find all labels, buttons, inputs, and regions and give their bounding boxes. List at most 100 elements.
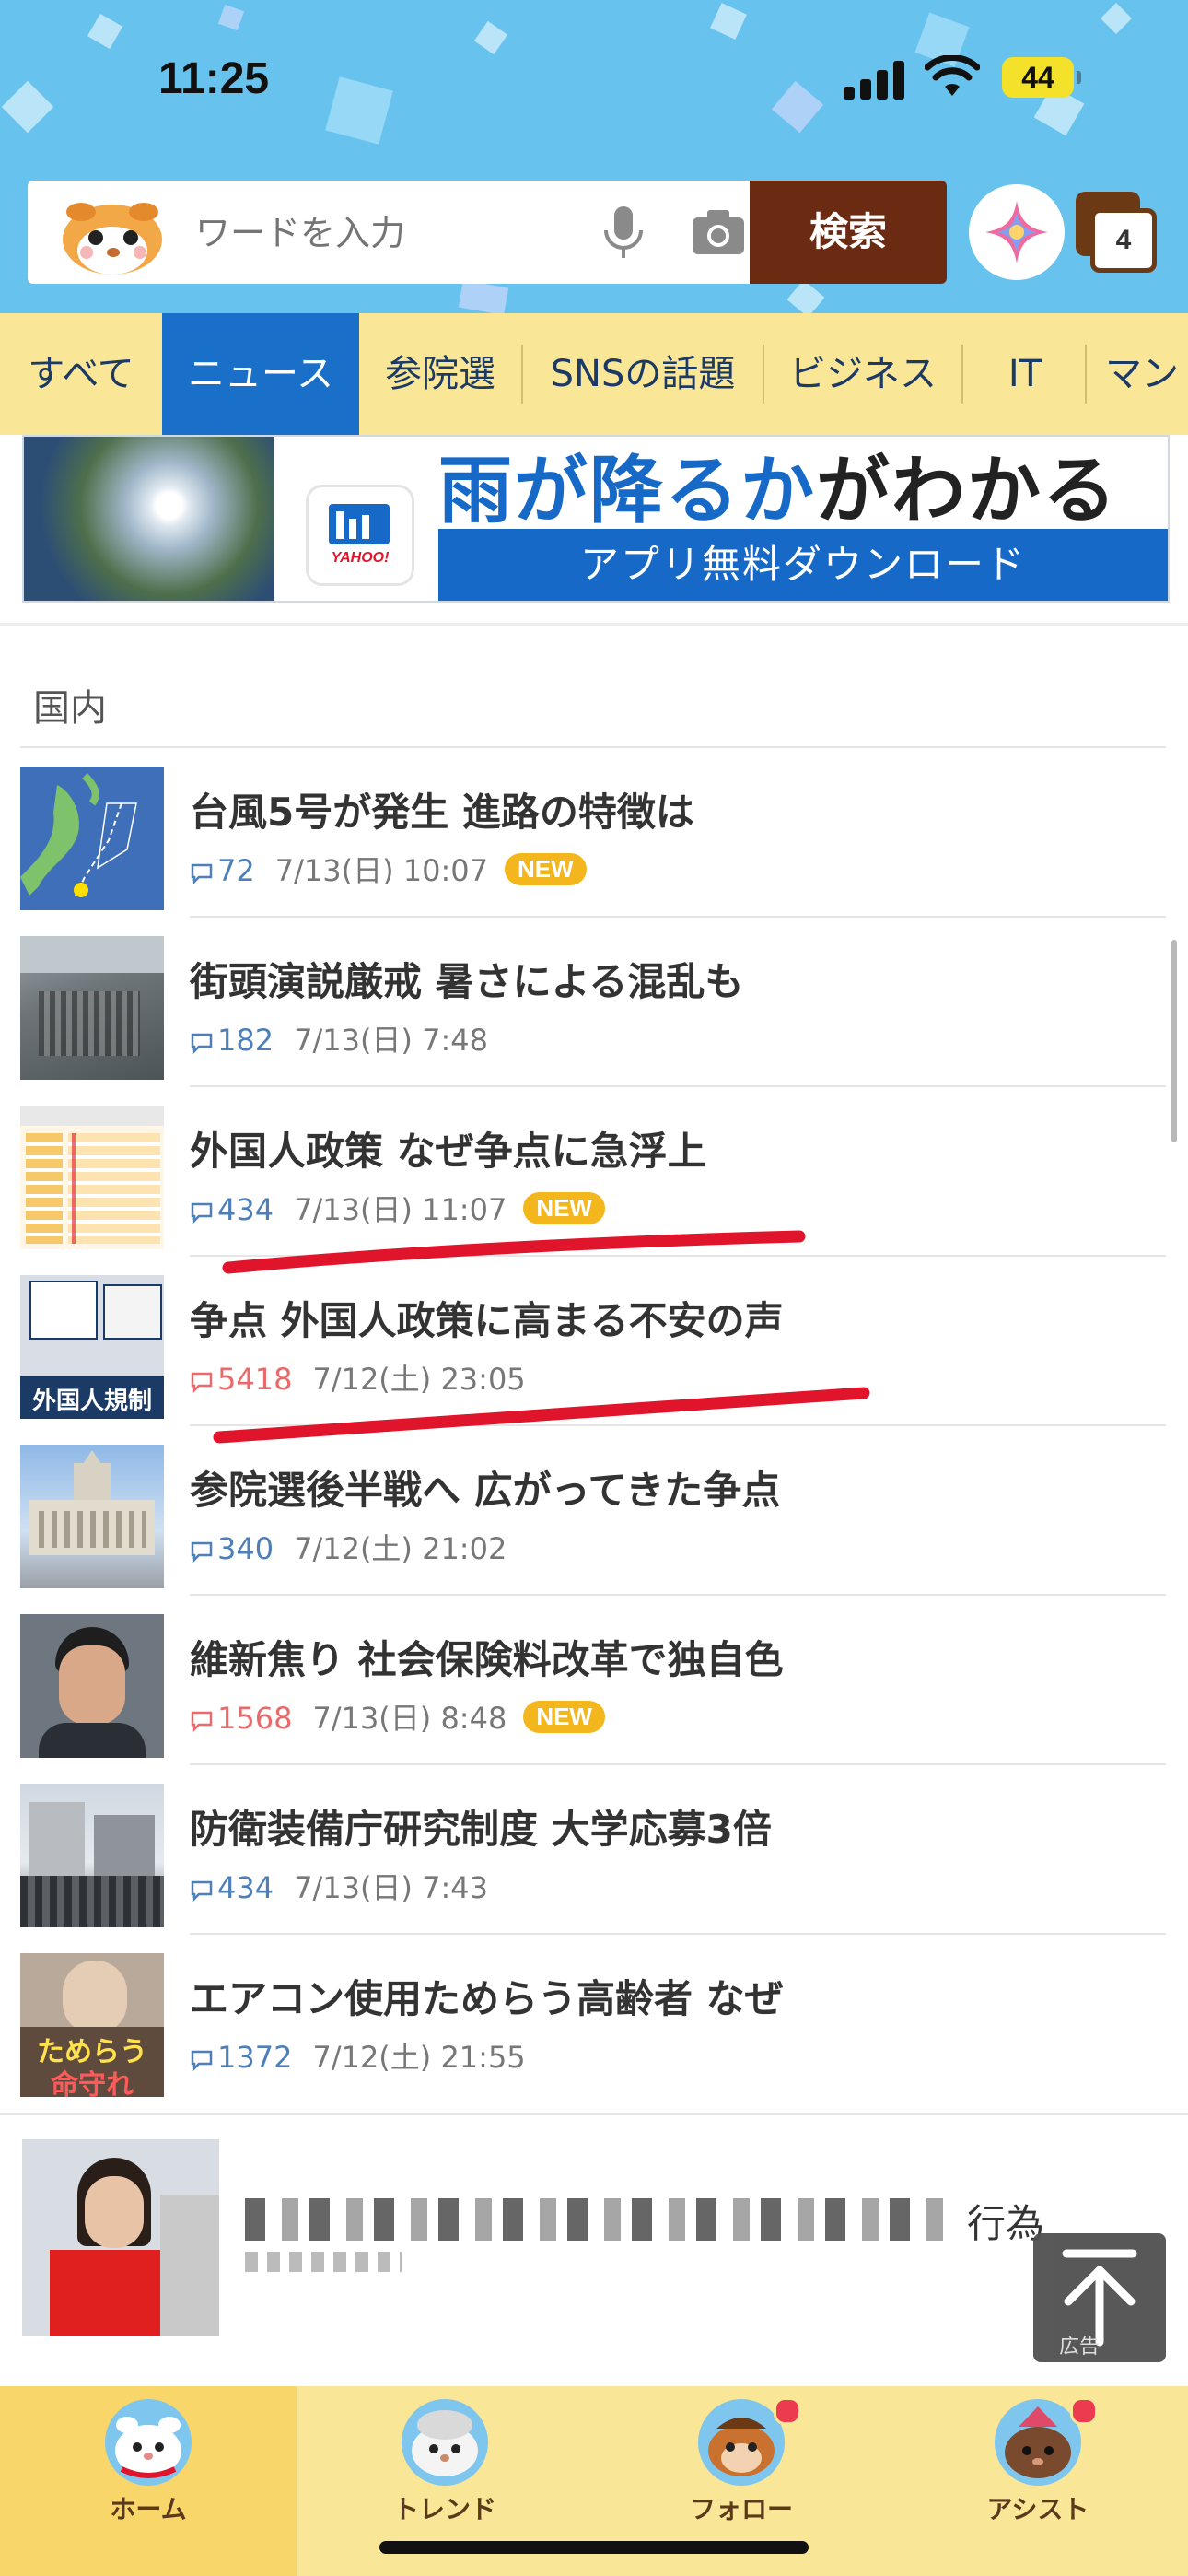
news-item[interactable]: 外国人政策 なぜ争点に急浮上 434 7/13(日) 11:07 NEW [0, 1087, 1188, 1257]
news-title[interactable]: 外国人政策 なぜ争点に急浮上 [190, 1120, 706, 1177]
news-title[interactable]: 防衛装備庁研究制度 大学応募3倍 [190, 1798, 772, 1855]
blurred-ad-text [245, 2198, 954, 2241]
comment-icon [191, 1202, 213, 1224]
tab-all[interactable]: すべて [0, 313, 162, 435]
news-item[interactable]: 防衛装備庁研究制度 大学応募3倍 434 7/13(日) 7:43 [0, 1765, 1188, 1935]
news-meta: 340 7/12(土) 21:02 [190, 1526, 507, 1568]
new-badge: NEW [523, 1701, 605, 1733]
news-meta: 434 7/13(日) 7:43 [190, 1865, 488, 1907]
search-button[interactable]: 検索 [750, 181, 947, 284]
tab-sns-topics[interactable]: SNSの話題 [525, 313, 761, 435]
tab-it[interactable]: IT [965, 313, 1085, 435]
scrollbar[interactable] [1171, 940, 1177, 1142]
news-meta: 72 7/13(日) 10:07 NEW [190, 848, 587, 890]
confetti-decoration [217, 4, 245, 31]
news-thumbnail-ministry-building [20, 1784, 164, 1927]
news-date: 7/13(日) 11:07 [294, 1192, 507, 1227]
news-title[interactable]: 街頭演説厳戒 暑さによる混乱も [190, 951, 743, 1007]
nav-label: トレンド [392, 2494, 496, 2524]
comment-count: 434 [217, 1192, 274, 1227]
news-title[interactable]: 争点 外国人政策に高まる不安の声 [190, 1290, 784, 1346]
tab-upper-house-election[interactable]: 参院選 [361, 313, 519, 435]
category-tab-bar: すべて ニュース 参院選 SNSの話題 ビジネス IT マン [0, 313, 1188, 435]
tab-separator [521, 345, 523, 404]
ad-label: 広告 [1059, 2336, 1100, 2359]
cellular-signal-icon [844, 59, 904, 100]
news-date: 7/12(土) 21:55 [312, 2040, 526, 2075]
news-title[interactable]: 維新焦り 社会保険料改革で独自色 [190, 1629, 784, 1685]
tabs-count-icon[interactable]: 4 [1076, 192, 1160, 276]
news-meta: 1372 7/12(土) 21:55 [190, 2034, 526, 2077]
news-item[interactable]: 台風5号が発生 進路の特徴は 72 7/13(日) 10:07 NEW [0, 748, 1188, 918]
news-thumbnail-diet-building [20, 1445, 164, 1588]
comment-count: 1568 [217, 1701, 293, 1736]
news-title[interactable]: 台風5号が発生 進路の特徴は [190, 781, 694, 837]
news-item[interactable]: 参院選後半戦へ 広がってきた争点 340 7/12(土) 21:02 [0, 1426, 1188, 1596]
banner-headline: 雨が降るかがわかる [438, 448, 1118, 533]
tab-separator [763, 345, 764, 404]
yahoo-logo-text: YAHOO! [331, 550, 390, 566]
search-input[interactable] [193, 206, 584, 260]
mascot-icon [63, 203, 162, 275]
confetti-decoration [473, 20, 508, 55]
news-item[interactable]: 街頭演説厳戒 暑さによる混乱も 182 7/13(日) 7:48 [0, 918, 1188, 1087]
tabs-count: 4 [1090, 208, 1157, 273]
news-meta: 5418 7/12(土) 23:05 [190, 1356, 526, 1399]
tab-separator [1085, 345, 1087, 404]
news-date: 7/13(日) 8:48 [312, 1701, 507, 1736]
nav-assist[interactable]: アシスト [890, 2386, 1186, 2576]
comment-icon [191, 1711, 213, 1732]
thumbnail-caption: 命守れ [51, 2069, 134, 2097]
section-divider [0, 623, 1188, 626]
thumbnail-caption: 外国人規制 [31, 1388, 152, 1415]
confetti-decoration [87, 13, 123, 50]
news-date: 7/13(日) 7:48 [294, 1023, 488, 1058]
section-title-domestic: 国内 [33, 687, 107, 730]
news-date: 7/13(日) 7:43 [294, 1870, 488, 1905]
comment-icon [191, 1880, 213, 1902]
comment-icon [191, 863, 213, 884]
banner-download-cta[interactable]: アプリ無料ダウンロード [438, 529, 1168, 601]
confetti-decoration [1101, 3, 1132, 34]
home-mascot-icon [105, 2399, 192, 2486]
search-bar[interactable]: 検索 [28, 181, 947, 284]
trend-mascot-icon [402, 2399, 488, 2486]
notification-dot [774, 2397, 801, 2425]
back-to-top-button[interactable]: 広告 [1033, 2233, 1166, 2362]
camera-icon[interactable] [691, 208, 746, 256]
blurred-ad-subtext [245, 2252, 402, 2272]
comment-icon [191, 1033, 213, 1054]
tab-manga[interactable]: マン [1105, 313, 1188, 435]
news-thumbnail-protest-signs: 外国人規制 [20, 1275, 164, 1419]
typhoon-satellite-image [24, 437, 274, 601]
app-header: 11:25 44 検索 [0, 0, 1188, 313]
news-date: 7/12(土) 21:02 [294, 1531, 507, 1566]
tab-news[interactable]: ニュース [162, 313, 359, 435]
ai-assist-icon[interactable] [969, 184, 1065, 280]
news-thumbnail-typhoon-map [20, 767, 164, 910]
weather-app-banner[interactable]: YAHOO! 雨が降るかがわかる アプリ無料ダウンロード [22, 435, 1170, 603]
home-indicator[interactable] [379, 2541, 809, 2554]
comment-count: 434 [217, 1870, 274, 1905]
comment-icon [191, 2050, 213, 2071]
nav-home[interactable]: ホーム [0, 2386, 297, 2576]
news-item[interactable]: ためらう 命守れ エアコン使用ためらう高齢者 なぜ 1372 7/12(土) 21… [0, 1935, 1188, 2104]
news-thumbnail-poll-table [20, 1106, 164, 1249]
comment-count: 5418 [217, 1362, 293, 1397]
microphone-icon[interactable] [599, 205, 648, 262]
news-title[interactable]: エアコン使用ためらう高齢者 なぜ [190, 1968, 784, 2024]
nav-label: アシスト [986, 2494, 1089, 2524]
wifi-icon [925, 55, 980, 96]
ad-row[interactable]: 行為 [0, 2113, 1188, 2346]
news-title[interactable]: 参院選後半戦へ 広がってきた争点 [190, 1459, 780, 1516]
confetti-decoration [786, 279, 825, 313]
news-item[interactable]: 外国人規制 争点 外国人政策に高まる不安の声 5418 7/12(土) 23:05 [0, 1257, 1188, 1426]
status-time: 11:25 [158, 54, 270, 103]
tab-business[interactable]: ビジネス [766, 313, 960, 435]
comment-count: 1372 [217, 2040, 293, 2075]
comment-count: 72 [217, 853, 255, 888]
news-item[interactable]: 維新焦り 社会保険料改革で独自色 1568 7/13(日) 8:48 NEW [0, 1596, 1188, 1765]
new-badge: NEW [504, 853, 587, 885]
news-thumbnail-politician [20, 1614, 164, 1758]
confetti-decoration [458, 279, 509, 313]
